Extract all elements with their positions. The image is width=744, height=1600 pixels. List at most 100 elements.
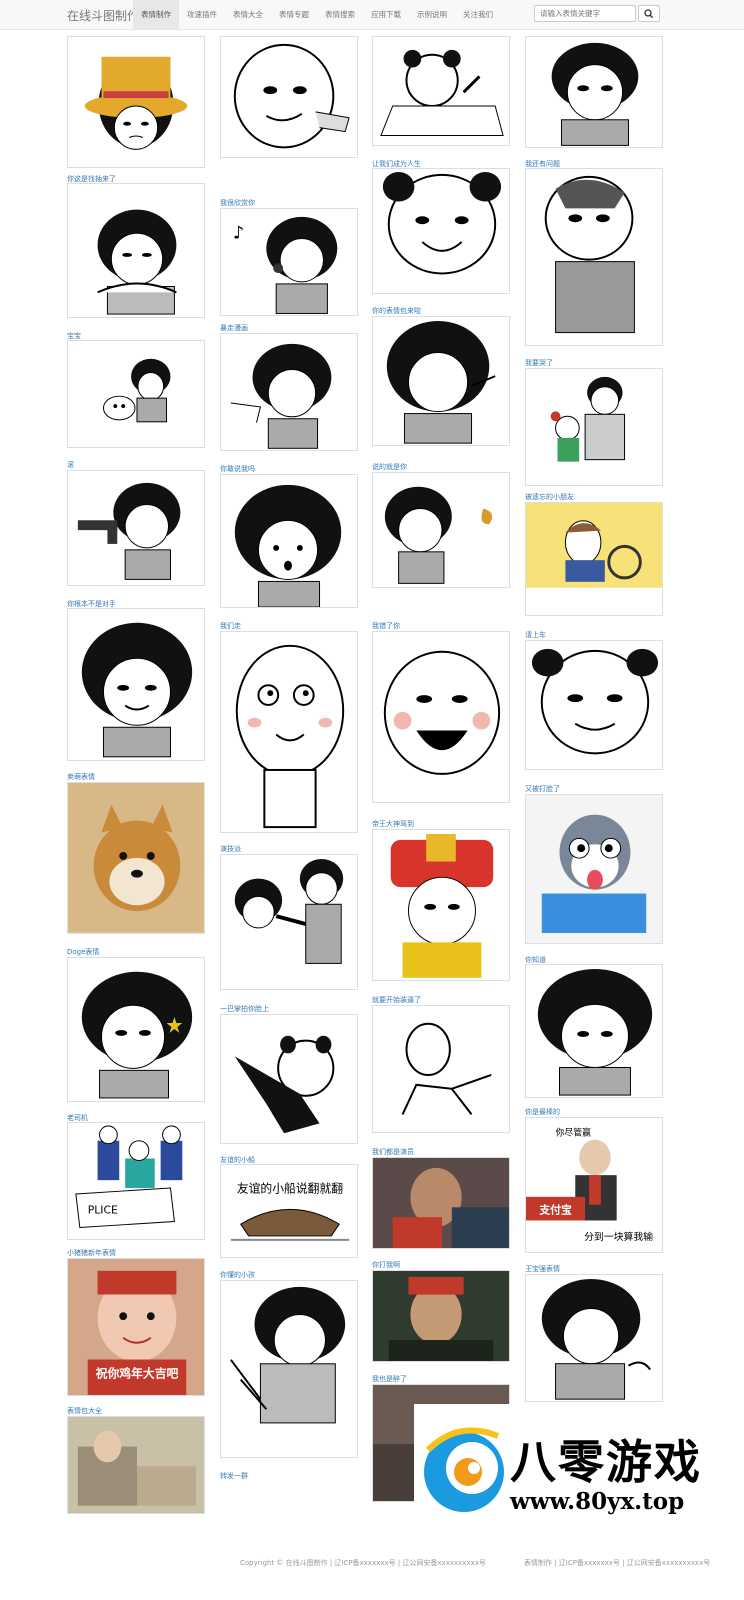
meme-image [81, 971, 193, 1099]
meme-card-3[interactable] [372, 36, 510, 146]
meme-card-16[interactable] [525, 502, 663, 616]
site-brand[interactable]: 在线斗图制作 [67, 7, 139, 24]
meme-card-4[interactable] [525, 36, 663, 148]
meme-card-31[interactable] [372, 1157, 510, 1249]
meme-caption[interactable]: 小猪猪新年表情 [67, 1248, 205, 1258]
meme-card-19[interactable] [372, 631, 510, 803]
meme-caption[interactable]: 卖萌表情 [67, 772, 205, 782]
meme-image: 友谊的小船说翻就翻 [230, 1182, 350, 1241]
meme-card-14[interactable] [220, 474, 358, 608]
meme-card-30[interactable]: 友谊的小船说翻就翻 [220, 1164, 358, 1258]
meme-card-7[interactable] [372, 168, 510, 294]
meme-card-5[interactable] [67, 183, 205, 318]
page-footer: Copyright © 在线斗图制作 | 辽ICP备xxxxxxx号 | 辽公网… [0, 1552, 744, 1600]
watermark-url: www.80yx.top [510, 1488, 685, 1515]
meme-caption[interactable]: 你打我啊 [372, 1260, 510, 1270]
search-button[interactable] [638, 5, 660, 22]
nav-item-1[interactable]: 表情制作 [133, 0, 179, 29]
meme-card-35[interactable] [372, 1270, 510, 1362]
meme-card-20[interactable] [525, 640, 663, 770]
meme-card-22[interactable] [220, 854, 358, 990]
meme-caption[interactable]: 我们都是演员 [372, 1147, 510, 1157]
meme-card-13[interactable] [67, 470, 205, 586]
meme-card-39[interactable] [525, 1274, 663, 1402]
meme-caption[interactable]: 王宝强表情 [525, 1264, 663, 1274]
meme-image [531, 648, 659, 755]
meme-card-17[interactable] [67, 608, 205, 761]
meme-image: 祝你鸡年大吉吧 [68, 1259, 204, 1395]
meme-caption[interactable]: 我要哭了 [525, 358, 663, 368]
nav-item-5[interactable]: 表情搜索 [317, 0, 363, 29]
svg-text:♪: ♪ [233, 224, 244, 244]
meme-card-2[interactable] [220, 36, 358, 158]
meme-card-15[interactable] [372, 472, 510, 588]
meme-card-27[interactable] [372, 1005, 510, 1133]
meme-card-11[interactable] [372, 316, 510, 446]
meme-image [373, 1271, 509, 1361]
meme-card-36[interactable] [67, 1416, 205, 1514]
meme-card-12[interactable] [525, 368, 663, 486]
footer-copyright-right[interactable]: 表情制作 | 辽ICP备xxxxxxx号 | 辽公网安备xxxxxxxxxx号 [524, 1558, 710, 1568]
meme-card-29[interactable]: PLICE [67, 1122, 205, 1240]
meme-caption[interactable]: 我很欣赏你 [220, 198, 358, 208]
meme-image [97, 209, 177, 315]
meme-card-9[interactable] [67, 340, 205, 448]
meme-image [380, 49, 504, 137]
meme-caption[interactable]: 我们走 [220, 621, 358, 631]
footer-copyright[interactable]: Copyright © 在线斗图制作 | 辽ICP备xxxxxxx号 | 辽公网… [240, 1558, 486, 1568]
meme-caption[interactable]: 说的就是你 [372, 462, 510, 472]
meme-caption[interactable]: 被遗忘的小朋友 [525, 492, 663, 502]
meme-card-34[interactable] [220, 1280, 358, 1458]
meme-caption[interactable]: 你的表情包来啦 [372, 306, 510, 316]
meme-image [401, 1022, 492, 1115]
meme-caption[interactable]: 又被打脸了 [525, 784, 663, 794]
meme-caption[interactable]: 就要开始装逼了 [372, 995, 510, 1005]
nav-item-3[interactable]: 表情大全 [225, 0, 271, 29]
meme-image: 你尽管赢 支付宝 分到一块算我输 [526, 1127, 653, 1243]
meme-image [550, 376, 626, 462]
meme-image [102, 358, 171, 423]
meme-caption[interactable]: 一巴掌拍你脸上 [220, 1004, 358, 1014]
meme-card-8[interactable] [525, 168, 663, 346]
meme-card-24[interactable] [525, 794, 663, 944]
meme-card-25[interactable] [67, 957, 205, 1102]
meme-card-10[interactable] [220, 333, 358, 451]
meme-caption[interactable]: Doge表情 [67, 947, 205, 957]
meme-caption[interactable]: 你是最棒的 [525, 1107, 663, 1117]
meme-caption[interactable]: 演技派 [220, 844, 358, 854]
svg-text:你尽管赢: 你尽管赢 [556, 1127, 592, 1139]
meme-caption[interactable]: 你敢说我吗 [220, 464, 358, 474]
meme-caption[interactable]: 暴走漫画 [220, 323, 358, 333]
meme-card-1[interactable] [67, 36, 205, 168]
meme-image [77, 482, 181, 580]
meme-caption[interactable]: 你懂的小孩 [220, 1270, 358, 1280]
meme-card-6[interactable]: ♪ [220, 208, 358, 316]
nav-item-8[interactable]: 关注我们 [455, 0, 501, 29]
meme-caption[interactable]: 我也是醉了 [372, 1374, 510, 1384]
meme-caption[interactable]: 表情包大全 [67, 1406, 205, 1416]
nav-item-6[interactable]: 应用下载 [363, 0, 409, 29]
meme-caption[interactable]: 帝王大神驾到 [372, 819, 510, 829]
nav-item-2[interactable]: 攻速插件 [179, 0, 225, 29]
nav-item-4[interactable]: 表情专题 [271, 0, 317, 29]
meme-image [551, 42, 639, 146]
meme-image [235, 644, 345, 829]
meme-image [386, 320, 496, 444]
meme-caption[interactable]: 滚 [67, 460, 205, 470]
meme-card-18[interactable] [220, 631, 358, 833]
meme-caption[interactable]: 请上车 [525, 630, 663, 640]
meme-card-28[interactable] [525, 964, 663, 1098]
meme-image [230, 1286, 346, 1424]
meme-card-21[interactable] [67, 782, 205, 934]
meme-image [537, 968, 653, 1096]
meme-image [390, 833, 494, 978]
meme-caption[interactable]: 转发一群 [220, 1471, 358, 1481]
nav-item-7[interactable]: 示例说明 [409, 0, 455, 29]
meme-card-33[interactable]: 祝你鸡年大吉吧 [67, 1258, 205, 1396]
meme-caption[interactable]: 我错了你 [372, 621, 510, 631]
meme-image [384, 486, 493, 584]
meme-card-26[interactable] [220, 1014, 358, 1144]
search-input[interactable] [534, 5, 636, 22]
meme-card-32[interactable]: 你尽管赢 支付宝 分到一块算我输 [525, 1117, 663, 1253]
meme-card-23[interactable] [372, 829, 510, 981]
